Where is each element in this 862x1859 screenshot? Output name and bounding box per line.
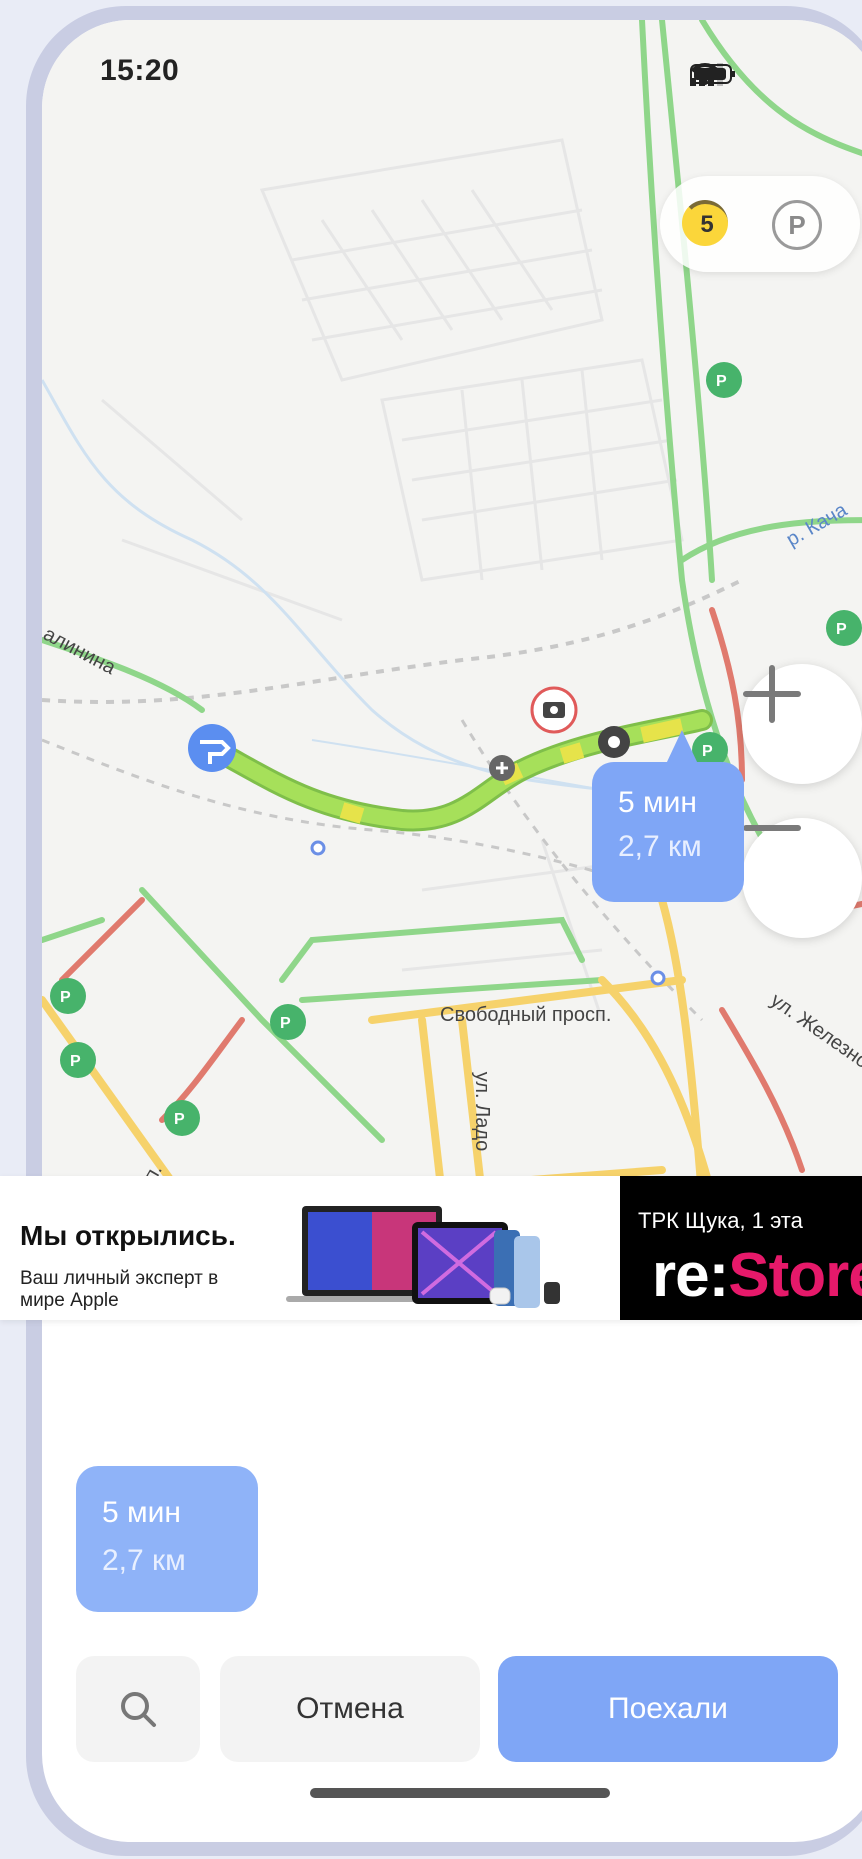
phone-screen: P P P P P P P 15:20 5 P Свободный просп.…	[42, 20, 862, 1842]
svg-text:P: P	[174, 1111, 185, 1128]
svg-text:P: P	[70, 1053, 81, 1070]
map-view[interactable]: P P P P P P P 15:20 5 P Свободный просп.…	[42, 20, 862, 1196]
go-button[interactable]: Поехали	[498, 1656, 838, 1762]
route-bubble-distance: 2,7 км	[618, 830, 702, 863]
parking-button[interactable]: P	[772, 200, 822, 250]
plus-icon	[743, 665, 801, 723]
home-indicator	[310, 1788, 610, 1798]
svg-text:P: P	[60, 989, 71, 1006]
ad-title: Мы открылись.	[20, 1220, 236, 1251]
traffic-level-badge[interactable]: 5	[682, 200, 728, 246]
logo-prefix: re:	[652, 1241, 729, 1310]
route-bubble-time: 5 мин	[618, 786, 697, 819]
route-bubble-tip	[666, 730, 698, 764]
map-label-svobodny: Свободный просп.	[440, 1004, 612, 1026]
apple-devices-image	[286, 1206, 560, 1308]
ad-right-panel: ТРК Щука, 1 эта re:Store	[620, 1176, 862, 1320]
restore-logo: re:Store	[652, 1240, 862, 1311]
ad-banner[interactable]: Мы открылись. Ваш личный эксперт в мире …	[0, 1176, 862, 1320]
svg-text:P: P	[702, 743, 713, 760]
ad-subtitle: Ваш личный эксперт в мире Apple	[20, 1268, 219, 1311]
search-icon	[121, 1692, 156, 1727]
route-summary-distance: 2,7 км	[102, 1544, 186, 1577]
minus-icon	[743, 825, 801, 831]
route-bubble[interactable]: 5 мин 2,7 км	[592, 762, 744, 902]
route-summary-badge[interactable]: 5 мин 2,7 км	[76, 1466, 258, 1612]
zoom-in-button[interactable]	[742, 664, 862, 784]
svg-text:P: P	[836, 621, 847, 638]
zoom-out-button[interactable]	[742, 818, 862, 938]
ad-left-panel: Мы открылись. Ваш личный эксперт в мире …	[0, 1176, 620, 1320]
cancel-button[interactable]: Отмена	[220, 1656, 480, 1762]
map-label-lado: ул. Ладо	[471, 1071, 494, 1152]
battery-icon	[690, 64, 735, 84]
logo-brand: Store	[728, 1241, 862, 1310]
status-time: 15:20	[100, 54, 180, 87]
svg-text:P: P	[280, 1015, 291, 1032]
map-controls-pill: 5 P	[660, 176, 860, 272]
svg-text:P: P	[716, 373, 727, 390]
search-button[interactable]	[76, 1656, 200, 1762]
route-summary-time: 5 мин	[102, 1496, 181, 1529]
ad-store-location: ТРК Щука, 1 эта	[638, 1208, 803, 1233]
